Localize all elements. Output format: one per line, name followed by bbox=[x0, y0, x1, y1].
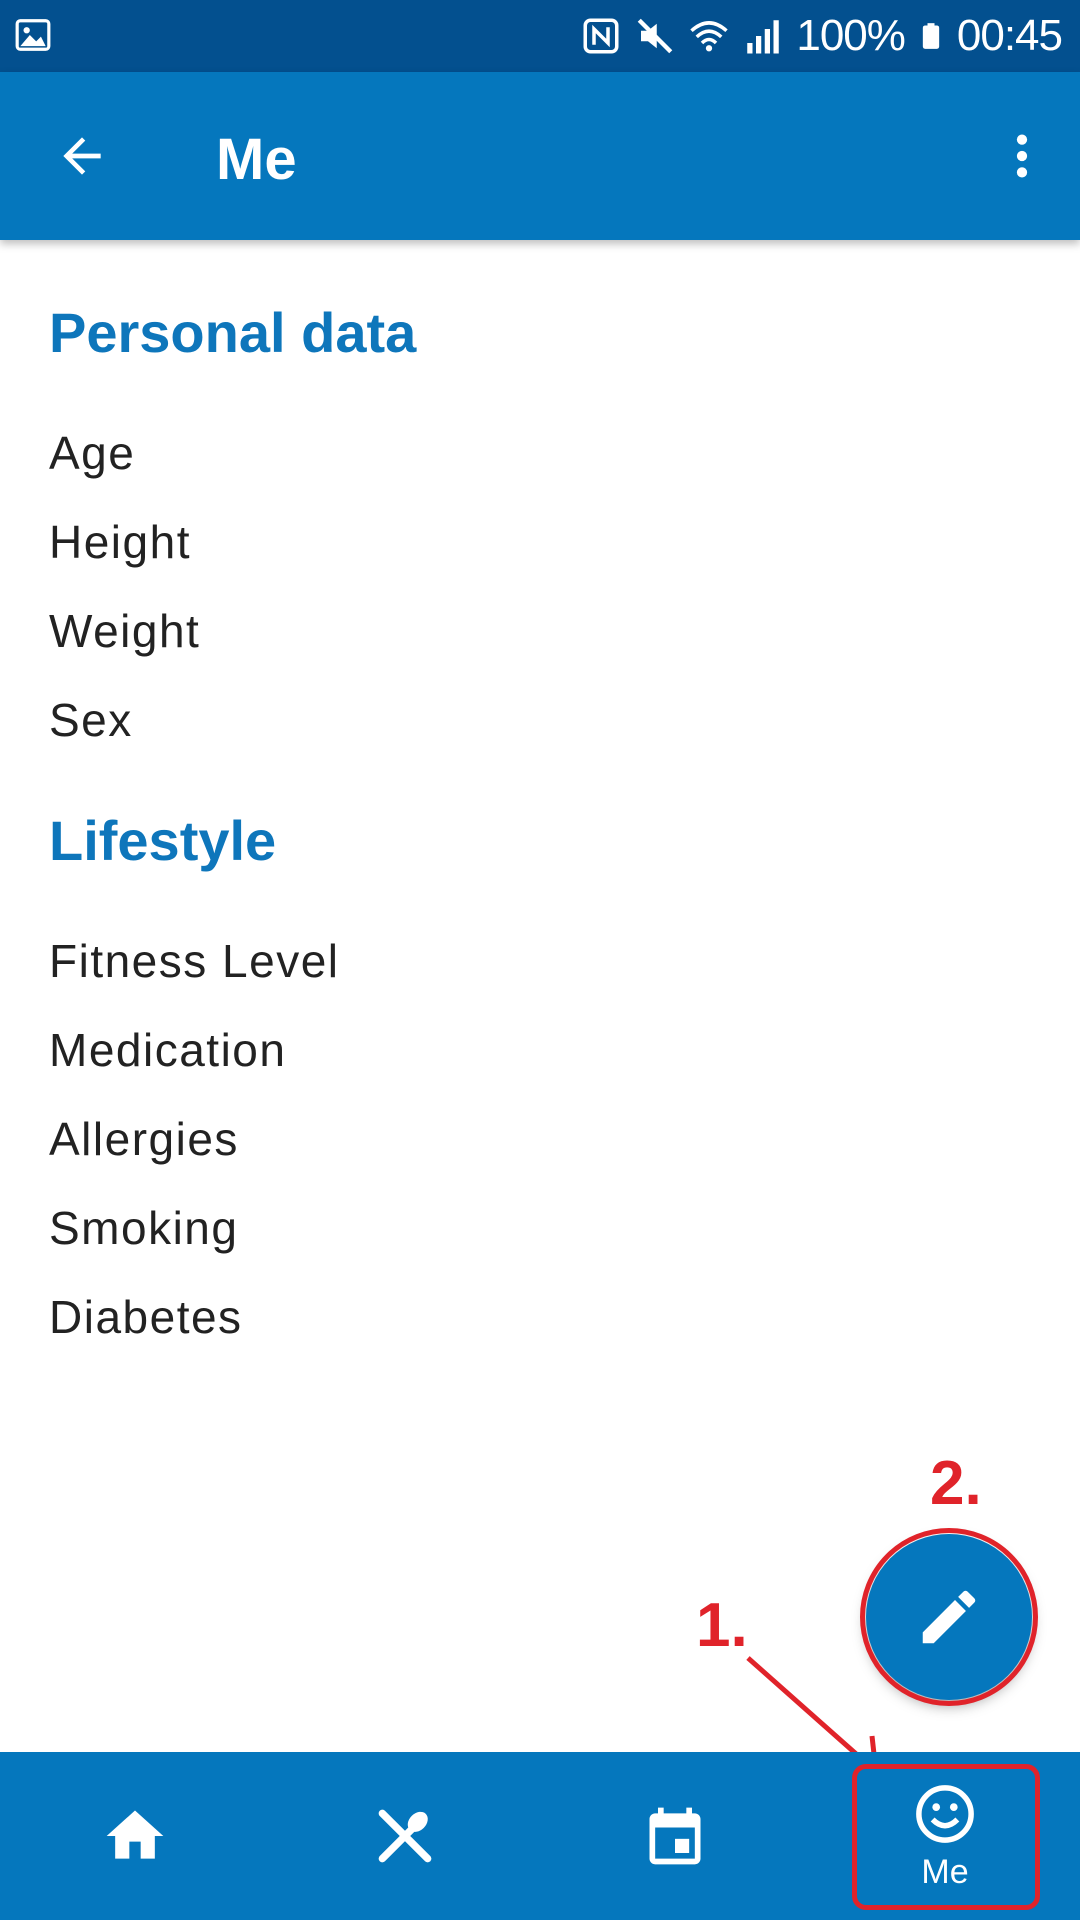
list-item-allergies[interactable]: Allergies bbox=[49, 1112, 239, 1166]
section-title-lifestyle: Lifestyle bbox=[49, 809, 277, 872]
utensils-icon bbox=[378, 1809, 432, 1863]
list-item-age[interactable]: Age bbox=[49, 426, 135, 480]
signal-icon bbox=[747, 20, 780, 54]
back-button[interactable] bbox=[44, 118, 120, 194]
list-item-medication[interactable]: Medication bbox=[49, 1023, 286, 1077]
nfc-icon bbox=[583, 18, 619, 54]
page-title: Me bbox=[216, 127, 297, 192]
more-options-button[interactable] bbox=[984, 118, 1060, 194]
annotation-step-2: 2. bbox=[930, 1449, 982, 1518]
list-item-height[interactable]: Height bbox=[49, 515, 191, 569]
clock: 00:45 bbox=[956, 11, 1063, 60]
list-item-sex[interactable]: Sex bbox=[49, 693, 133, 747]
calendar-icon bbox=[649, 1807, 701, 1865]
annotation-nav-me-box bbox=[852, 1764, 1040, 1910]
home-icon bbox=[106, 1810, 164, 1859]
nav-calendar[interactable] bbox=[540, 1752, 810, 1920]
mute-icon bbox=[638, 18, 673, 54]
battery-percent: 100% bbox=[796, 11, 906, 60]
section-title-personal-data: Personal data bbox=[49, 301, 417, 364]
nav-meals[interactable] bbox=[270, 1752, 540, 1920]
wifi-icon bbox=[690, 21, 729, 52]
more-vert-icon bbox=[1016, 134, 1028, 178]
nav-home[interactable] bbox=[0, 1752, 270, 1920]
back-arrow-icon bbox=[63, 137, 101, 175]
status-bar: 100% 00:45 bbox=[0, 0, 1080, 72]
list-item-smoking[interactable]: Smoking bbox=[49, 1201, 238, 1255]
gallery-icon bbox=[15, 19, 51, 51]
screen: 100% 00:45 Me Personal data Age Height W… bbox=[0, 0, 1080, 1920]
list-item-diabetes[interactable]: Diabetes bbox=[49, 1290, 243, 1344]
app-bar: Me bbox=[0, 72, 1080, 240]
list-item-fitness-level[interactable]: Fitness Level bbox=[49, 934, 340, 988]
list-item-weight[interactable]: Weight bbox=[49, 604, 200, 658]
battery-icon bbox=[922, 23, 940, 49]
